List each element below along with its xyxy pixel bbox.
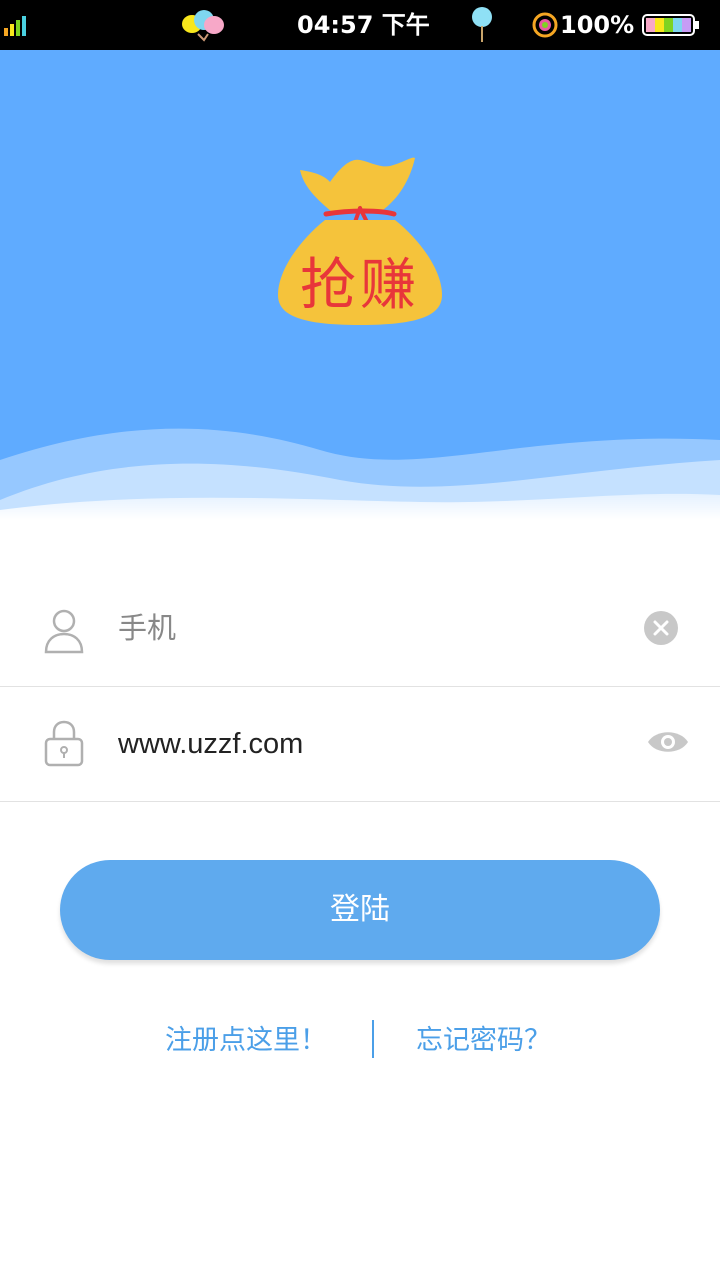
links-divider bbox=[372, 1020, 374, 1058]
logo-text: 抢赚 bbox=[300, 253, 420, 318]
clear-icon[interactable] bbox=[643, 610, 679, 646]
phone-field-row bbox=[0, 572, 720, 687]
signal-icon bbox=[4, 16, 26, 36]
wave-decoration bbox=[0, 428, 720, 520]
login-button[interactable]: 登陆 bbox=[60, 860, 660, 960]
money-bag-logo: 抢赚 bbox=[270, 150, 450, 330]
battery-icon bbox=[642, 14, 699, 36]
phone-input[interactable] bbox=[118, 606, 618, 652]
register-link[interactable]: 注册点这里！ bbox=[165, 1012, 327, 1070]
password-input[interactable] bbox=[118, 721, 618, 767]
password-field-row bbox=[0, 687, 720, 802]
lollipop-icon bbox=[472, 7, 492, 42]
eye-icon[interactable] bbox=[646, 725, 690, 759]
battery-percent: 100% bbox=[560, 11, 635, 39]
forgot-password-link[interactable]: 忘记密码？ bbox=[416, 1012, 551, 1070]
balloons-icon bbox=[182, 10, 224, 42]
auth-links: 注册点这里！ 忘记密码？ bbox=[0, 1012, 720, 1072]
header-banner: 抢赚 bbox=[0, 50, 720, 520]
status-time: 04:57 下午 bbox=[297, 11, 430, 39]
status-bar: 04:57 下午 100% bbox=[0, 0, 720, 50]
login-screen: 04:57 下午 100% 抢赚 手机 www.uzzf.com 登陆 注册点这… bbox=[0, 0, 720, 1280]
user-icon bbox=[44, 609, 84, 654]
target-icon bbox=[532, 12, 558, 38]
lock-icon bbox=[44, 720, 84, 767]
